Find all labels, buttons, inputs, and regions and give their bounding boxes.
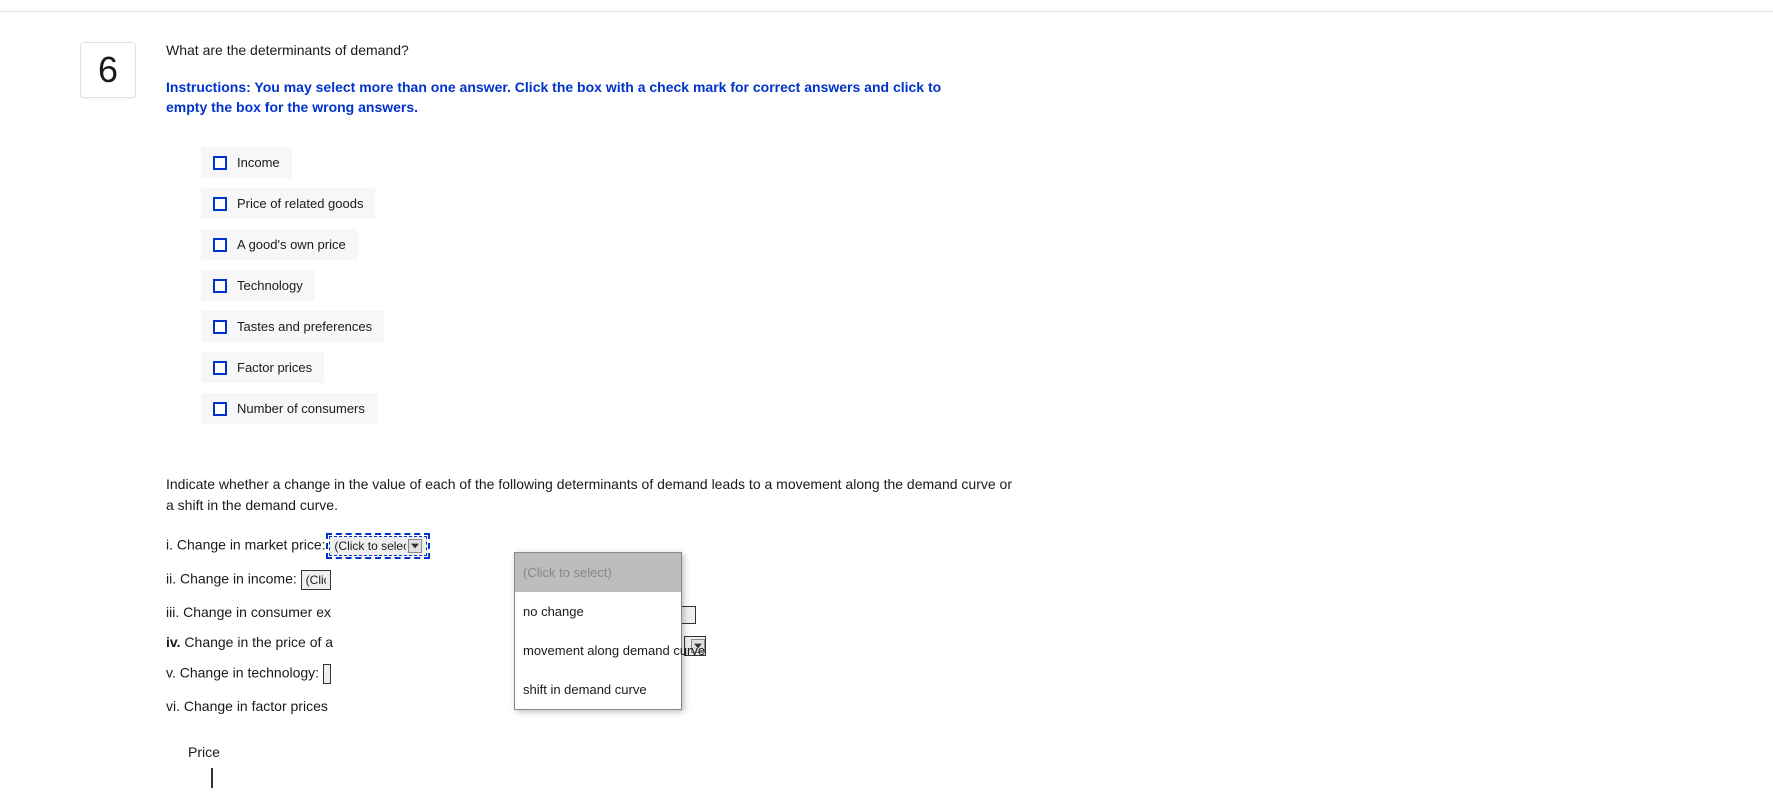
checkbox-label: A good's own price	[237, 237, 346, 252]
sub-instruction-text: Indicate whether a change in the value o…	[166, 474, 1016, 516]
checkbox-label: Factor prices	[237, 360, 312, 375]
checkbox-label: Tastes and preferences	[237, 319, 372, 334]
roman-numeral: iv.	[166, 634, 181, 650]
checkbox-label: Technology	[237, 278, 303, 293]
checkbox-option[interactable]: Technology	[201, 270, 315, 301]
checkbox-icon	[213, 402, 227, 416]
select-row-label: Change in the price of a	[184, 634, 333, 650]
select-row-label: Change in consumer ex	[183, 604, 331, 620]
question-number: 6	[80, 42, 136, 98]
roman-numeral: i.	[166, 537, 173, 553]
chevron-down-icon	[408, 539, 422, 553]
select-value: (Clic	[306, 573, 326, 587]
roman-numeral: iii.	[166, 604, 179, 620]
roman-numeral: vi.	[166, 698, 180, 714]
checkbox-icon	[213, 156, 227, 170]
y-axis-label: Price	[188, 744, 1066, 760]
checkbox-icon	[213, 279, 227, 293]
checkbox-list: Income Price of related goods A good's o…	[201, 147, 1066, 434]
question-container: 6 What are the determinants of demand? I…	[0, 12, 1773, 788]
select-dropdown[interactable]: (Click to selec	[329, 536, 427, 556]
chart-area: Price	[181, 744, 1066, 788]
dropdown-option[interactable]: (Click to select)	[515, 553, 681, 592]
checkbox-label: Price of related goods	[237, 196, 363, 211]
top-divider	[0, 0, 1773, 12]
checkbox-option[interactable]: Price of related goods	[201, 188, 375, 219]
select-value: (Click to selec	[334, 539, 406, 553]
select-row-label: Change in technology:	[180, 665, 319, 681]
checkbox-label: Income	[237, 155, 280, 170]
checkbox-icon	[213, 361, 227, 375]
select-row-1: i. Change in market price: (Click to sel…	[166, 536, 1066, 556]
checkbox-icon	[213, 320, 227, 334]
roman-numeral: v.	[166, 665, 176, 681]
select-items-list: i. Change in market price: (Click to sel…	[166, 536, 1066, 714]
question-text: What are the determinants of demand?	[166, 42, 1066, 58]
checkbox-label: Number of consumers	[237, 401, 365, 416]
checkbox-icon	[213, 197, 227, 211]
dropdown-panel: (Click to select) no change movement alo…	[514, 552, 682, 710]
dropdown-option[interactable]: movement along demand curve	[515, 631, 681, 670]
y-axis-line	[211, 768, 213, 788]
checkbox-option[interactable]: Tastes and preferences	[201, 311, 384, 342]
checkbox-icon	[213, 238, 227, 252]
select-row-label: Change in market price:	[177, 537, 326, 553]
instructions-text: Instructions: You may select more than o…	[166, 78, 986, 117]
select-row-label: Change in income:	[180, 571, 297, 587]
checkbox-option[interactable]: A good's own price	[201, 229, 358, 260]
select-dropdown[interactable]	[680, 606, 696, 624]
checkbox-option[interactable]: Number of consumers	[201, 393, 377, 424]
select-dropdown[interactable]	[323, 664, 331, 684]
roman-numeral: ii.	[166, 571, 176, 587]
question-content: What are the determinants of demand? Ins…	[166, 42, 1066, 788]
dropdown-option[interactable]: no change	[515, 592, 681, 631]
select-dropdown[interactable]: (Clic	[301, 570, 331, 590]
select-row-label: Change in factor prices	[184, 698, 328, 714]
checkbox-option[interactable]: Income	[201, 147, 292, 178]
dropdown-option[interactable]: shift in demand curve	[515, 670, 681, 709]
checkbox-option[interactable]: Factor prices	[201, 352, 324, 383]
